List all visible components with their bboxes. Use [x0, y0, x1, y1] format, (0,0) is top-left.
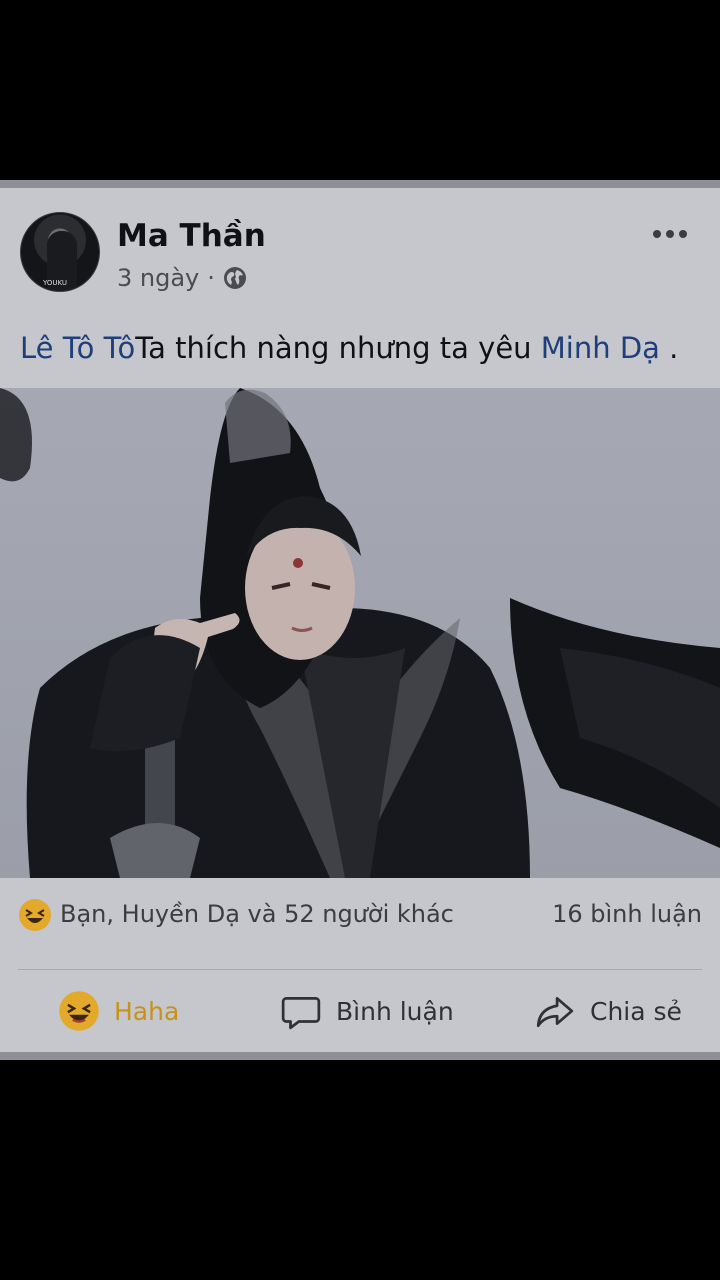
share-label: Chia sẻ — [590, 996, 682, 1026]
post-header: YOUKU Ma Thần 3 ngày · — [0, 188, 720, 308]
more-icon[interactable] — [650, 222, 690, 246]
more-dot — [679, 230, 687, 238]
mention-le-to-to[interactable]: Lê Tô Tô — [20, 331, 135, 365]
post-caption: Lê Tô TôTa thích nàng nhưng ta yêu Minh … — [20, 331, 678, 365]
comment-label: Bình luận — [336, 996, 454, 1026]
haha-emoji-icon[interactable] — [18, 898, 52, 932]
haha-button[interactable]: Haha — [58, 970, 179, 1052]
reaction-stats: Bạn, Huyền Dạ và 52 người khác 16 bình l… — [0, 878, 720, 970]
action-bar: Haha Bình luận Chia sẻ — [0, 970, 720, 1052]
comment-button[interactable]: Bình luận — [280, 970, 454, 1052]
comments-count[interactable]: 16 bình luận — [552, 900, 702, 928]
globe-icon — [223, 267, 246, 289]
author-name[interactable]: Ma Thần — [117, 218, 266, 254]
post-card: YOUKU Ma Thần 3 ngày · Lê Tô TôTa thích … — [0, 180, 720, 1060]
more-dot — [666, 230, 674, 238]
comment-icon — [281, 997, 321, 1030]
post-photo[interactable] — [0, 388, 720, 878]
haha-icon — [59, 991, 99, 1031]
photo-dim — [0, 388, 720, 878]
post-meta: 3 ngày · — [117, 264, 247, 292]
post-time[interactable]: 3 ngày — [117, 264, 199, 292]
reactors-summary[interactable]: Bạn, Huyền Dạ và 52 người khác — [60, 900, 454, 928]
meta-separator: · — [207, 264, 215, 292]
caption-end: . — [659, 331, 679, 365]
share-icon — [536, 997, 574, 1028]
mention-minh-da[interactable]: Minh Dạ — [541, 331, 660, 365]
haha-label: Haha — [114, 996, 180, 1026]
more-dot — [653, 230, 661, 238]
avatar[interactable]: YOUKU — [20, 212, 100, 292]
caption-text: Ta thích nàng nhưng ta yêu — [135, 331, 541, 365]
share-button[interactable]: Chia sẻ — [534, 970, 682, 1052]
avatar-watermark: YOUKU — [43, 279, 68, 287]
photo-illustration — [0, 388, 720, 878]
